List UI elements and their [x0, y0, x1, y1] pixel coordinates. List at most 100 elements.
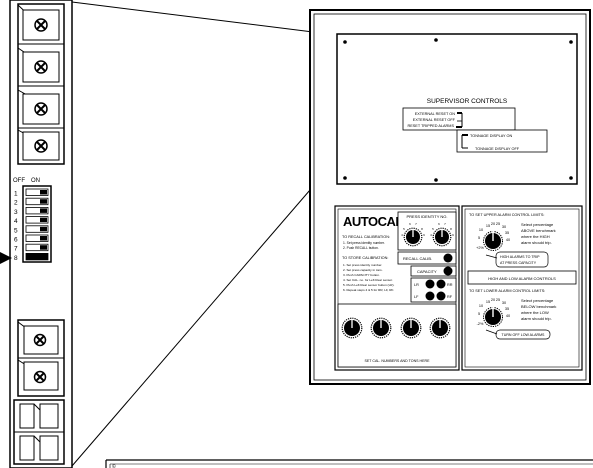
rf-label: RF	[447, 295, 453, 299]
upper-scale-label: 10	[479, 228, 483, 232]
recall-step: 2. Push RECALL button.	[343, 246, 379, 250]
terminal-screw	[17, 359, 59, 391]
terminal-block-bottom	[17, 319, 65, 397]
supervisor-controls-panel: SUPERVISOR CONTROLS EXTERNAL RESET ON EX…	[336, 33, 578, 185]
rr-label: RR	[447, 283, 453, 287]
recall-step: 1. Set press identity number.	[343, 241, 385, 245]
store-title: TO STORE CALIBRATION:	[342, 256, 388, 260]
calibration-dial[interactable]	[429, 317, 451, 339]
high-low-label: HIGH AND LOW ALARM CONTROLS	[488, 276, 556, 281]
upper-desc: alarm should trip.	[521, 240, 552, 245]
calibration-dials-section: SET CAL. NUMBERS AND TONS HERE	[337, 303, 457, 368]
store-step: 5. Push Left Rear sensor button (LR).	[343, 283, 395, 287]
autocal-logo: AUTOCAL	[343, 214, 403, 229]
bottom-panel-mark: ©	[112, 463, 116, 468]
calibration-dial[interactable]	[370, 317, 392, 339]
recall-title: TO RECALL CALIBRATION:	[342, 235, 390, 239]
upper-scale-label: 30	[502, 225, 506, 229]
press-identity-section: PRESS IDENTITY NO. 6 75 84 96 75 84 9	[397, 211, 457, 251]
lf-sensor-button[interactable]	[425, 291, 435, 301]
capacity-label: CAPACITY	[417, 269, 437, 274]
calibration-dial[interactable]	[341, 317, 363, 339]
upper-alarm-title: TO SET UPPER ALARM CONTROL LIMITS:	[469, 213, 544, 217]
store-step: 2. Set press capacity in tons.	[343, 268, 383, 272]
dip-switch-toggle	[40, 217, 47, 223]
external-reset-off-label: EXTERNAL RESET OFF	[413, 118, 456, 122]
dip-number-label: 6	[14, 237, 18, 244]
diagram-canvas: OFF ON 12345678 SUPERVISOR CONTROLS EXTE…	[0, 0, 593, 468]
rf-sensor-button[interactable]	[436, 291, 446, 301]
lower-scale-label: 10	[479, 304, 483, 308]
upper-scale-label: +2%	[476, 246, 484, 250]
terminal-screw	[17, 4, 60, 41]
dip-switch-toggle	[40, 236, 47, 241]
recall-calib-section: RECALL CALIB.	[397, 251, 457, 265]
low-alarm-text: TURN OFF LOW ALARMS	[502, 333, 546, 337]
bottom-panel: ©	[105, 459, 593, 468]
dip-off-label: OFF	[13, 178, 25, 184]
dip-switch-toggle	[40, 208, 47, 213]
capacity-button[interactable]	[443, 266, 453, 276]
lower-scale-label: 20	[491, 298, 495, 302]
lr-label: LR	[414, 283, 419, 287]
store-step: 6. Repeat steps 4 & 5 for RR, LF, RF.	[343, 288, 394, 292]
lower-desc: Select percentage	[521, 298, 554, 303]
dip-number-label: 3	[14, 209, 18, 216]
set-cal-label: SET CAL. NUMBERS AND TONS HERE	[364, 359, 430, 363]
press-identity-label: PRESS IDENTITY NO.	[406, 214, 447, 219]
lower-scale-label: 35	[505, 307, 509, 311]
lower-alarm-title: TO SET LOWER ALARM CONTROL LIMITS:	[469, 289, 545, 293]
recall-calib-label: RECALL CALIB.	[403, 256, 432, 261]
lower-scale-label: 40	[506, 314, 510, 318]
high-alarm-text: AT PRESS CAPACITY	[500, 261, 537, 265]
lower-desc: alarm should trip.	[521, 316, 552, 321]
upper-scale-label: 5	[478, 236, 480, 240]
upper-scale-label: 15	[486, 224, 490, 228]
dip-switch-toggle	[40, 199, 47, 204]
left-panel: OFF ON 1 2 3 4 5 6 7 8	[9, 0, 73, 468]
dip-switch-toggle	[40, 245, 47, 250]
terminal-screw	[17, 321, 59, 355]
dip-number-label: 8	[14, 255, 18, 262]
rr-sensor-button[interactable]	[436, 279, 446, 289]
zoom-lines	[71, 1, 338, 467]
upper-desc: where the HIGH	[521, 234, 550, 239]
dip-number-label: 5	[14, 227, 18, 234]
lower-desc: BELOW benchmark	[521, 304, 556, 309]
dip-number-label: 4	[14, 218, 18, 225]
calibration-dial[interactable]	[400, 317, 422, 339]
supervisor-title: SUPERVISOR CONTROLS	[427, 98, 508, 105]
dip-switch-slot[interactable]	[25, 252, 49, 261]
store-step: 3. Push CAPACITY button.	[343, 273, 380, 277]
lower-scale-label: 25	[496, 298, 500, 302]
lower-scale-label: 5	[478, 312, 480, 316]
autocal-panel: AUTOCAL TO RECALL CALIBRATION: 1. Set pr…	[334, 205, 460, 371]
store-step: 1. Set press identity number.	[343, 263, 382, 267]
upper-scale-label: 35	[505, 231, 509, 235]
lower-scale-label: 30	[502, 301, 506, 305]
store-step: 4. Set CAL. no. for Left Rear sensor.	[343, 278, 393, 282]
dip-number-label: 1	[14, 191, 18, 198]
external-reset-on-label: EXTERNAL RESET ON	[415, 112, 456, 116]
upper-desc: Select percentage	[521, 222, 554, 227]
lr-sensor-button[interactable]	[425, 279, 435, 289]
sensor-buttons-section: CAPACITY LR RR LF RF	[410, 265, 457, 303]
main-panel: SUPERVISOR CONTROLS EXTERNAL RESET ON EX…	[309, 9, 591, 385]
terminal-screw	[17, 47, 60, 83]
high-alarm-text: HIGH ALARMS TO TRIP	[500, 255, 540, 259]
reset-tripped-alarms-label: RESET TRIPPED ALARMS	[408, 124, 455, 128]
recall-calib-button[interactable]	[443, 253, 453, 263]
tonnage-display-on-label: TONNAGE DISPLAY ON	[470, 134, 512, 138]
dip-number-label: 7	[14, 246, 18, 253]
terminal-block-top	[17, 3, 65, 165]
tonnage-display-off-label: TONNAGE DISPLAY OFF	[475, 147, 520, 151]
upper-desc: ABOVE benchmark	[521, 228, 556, 233]
upper-scale-label: 25	[496, 222, 500, 226]
dip-switch-toggle	[40, 190, 47, 195]
lf-label: LF	[414, 295, 419, 299]
upper-scale-label: 20	[491, 222, 495, 226]
dip-on-label: ON	[31, 178, 40, 184]
dip-switch-toggle	[40, 226, 47, 232]
terminal-screw	[17, 129, 60, 161]
connector-block	[13, 399, 65, 465]
